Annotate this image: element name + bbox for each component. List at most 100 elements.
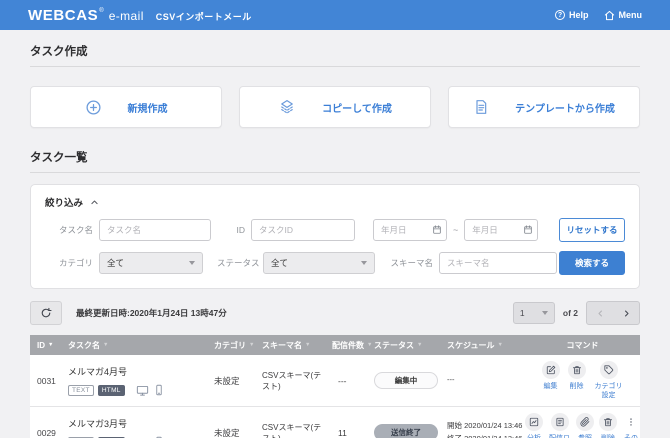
- col-header-schedule[interactable]: スケジュール▼: [443, 340, 521, 351]
- more-label: その他: [622, 434, 640, 438]
- task-name-cell: メルマガ3月号 TEXT HTML: [64, 417, 210, 438]
- table-row: 0031 メルマガ4月号 TEXT HTML 未設定 CSVスキーマ(テスト) …: [30, 355, 640, 407]
- help-label: Help: [569, 10, 589, 20]
- delete-command-button[interactable]: 削除: [599, 413, 617, 438]
- desktop-icon: [136, 384, 149, 397]
- create-new-button[interactable]: 新規作成: [30, 86, 222, 128]
- table-row: 0029 メルマガ3月号 TEXT HTML 未設定 CSVスキーマ(テスト) …: [30, 407, 640, 438]
- registered-mark: ®: [99, 7, 103, 17]
- col-header-delivery-count[interactable]: 配信件数▼: [328, 340, 370, 351]
- create-copy-button[interactable]: コピーして作成: [239, 86, 431, 128]
- col-header-id[interactable]: ID▼: [30, 341, 64, 350]
- col-header-task-name[interactable]: タスク名▼: [64, 340, 210, 351]
- page-nav: [586, 301, 640, 325]
- task-name-label: タスク名: [45, 224, 93, 236]
- analyze-command-button[interactable]: 分析: [525, 413, 543, 438]
- caret-down-icon: [361, 261, 367, 265]
- sort-icon: ▼: [103, 342, 108, 348]
- text-format-badge: TEXT: [68, 385, 94, 396]
- search-button[interactable]: 検索する: [559, 251, 625, 275]
- task-id-input[interactable]: [251, 219, 355, 241]
- edit-icon: [542, 361, 560, 379]
- chart-icon: [525, 413, 543, 431]
- menu-link[interactable]: Menu: [604, 10, 643, 21]
- menu-label: Menu: [619, 10, 643, 20]
- task-format-row: TEXT HTML: [68, 384, 210, 397]
- task-id-label: ID: [229, 225, 245, 235]
- mobile-icon: [153, 384, 165, 396]
- brand-name: WEBCAS: [28, 7, 98, 24]
- pagination: 1 of 2: [513, 301, 640, 325]
- paperclip-icon: [576, 413, 594, 431]
- create-template-button[interactable]: テンプレートから作成: [448, 86, 640, 128]
- delivery-log-command-button[interactable]: 配信ログ: [548, 413, 571, 438]
- task-name-input[interactable]: [99, 219, 211, 241]
- schema-label: スキーマ名: [389, 257, 433, 269]
- sort-icon: ▼: [417, 342, 422, 348]
- date-range-tilde: ~: [453, 225, 458, 235]
- calendar-icon[interactable]: [523, 224, 533, 235]
- more-command-button[interactable]: その他: [622, 413, 640, 438]
- trash-icon: [568, 361, 586, 379]
- col-header-category[interactable]: カテゴリ▼: [210, 340, 258, 351]
- schema-input[interactable]: [439, 252, 557, 274]
- schedule-cell: ---: [443, 374, 521, 387]
- copy-layers-icon: [278, 98, 296, 116]
- delete-label: 削除: [601, 434, 615, 438]
- status-badge: 送信終了: [374, 424, 438, 438]
- category-cell: 未設定: [210, 427, 258, 438]
- analyze-label: 分析: [527, 434, 541, 438]
- filter-row-1: タスク名 ID ~ リセットする: [45, 218, 625, 242]
- help-icon: [555, 10, 565, 20]
- page-select-value: 1: [520, 308, 525, 318]
- refresh-button[interactable]: [30, 301, 62, 325]
- delete-command-button[interactable]: 削除: [568, 361, 586, 391]
- task-name-cell: メルマガ4月号 TEXT HTML: [64, 365, 210, 397]
- more-vertical-icon: [622, 413, 640, 431]
- log-icon: [551, 413, 569, 431]
- page-select[interactable]: 1: [513, 302, 555, 324]
- edit-command-button[interactable]: 編集: [542, 361, 560, 391]
- schedule-cell: 開始 2020/01/24 13:46 終了 2020/01/24 13:46: [443, 420, 521, 438]
- calendar-icon[interactable]: [432, 224, 442, 235]
- status-select[interactable]: 全て: [263, 252, 375, 274]
- schema-cell: CSVスキーマ(テスト): [258, 422, 328, 438]
- chevron-right-icon: [622, 309, 631, 318]
- category-select[interactable]: 全て: [99, 252, 203, 274]
- chevron-left-icon: [596, 309, 605, 318]
- home-icon: [604, 10, 615, 21]
- category-setting-label: カテゴリ設定: [594, 382, 624, 400]
- prev-page-button[interactable]: [587, 302, 613, 324]
- reference-command-button[interactable]: 参照: [576, 413, 594, 438]
- brand-product: e-mail: [109, 9, 144, 23]
- delivery-count-cell: ---: [328, 376, 370, 386]
- next-page-button[interactable]: [613, 302, 639, 324]
- filter-title: 絞り込み: [45, 195, 83, 209]
- category-cell: 未設定: [210, 375, 258, 387]
- schedule-end: 終了 2020/01/24 13:46: [447, 433, 521, 438]
- refresh-icon: [40, 307, 52, 319]
- reset-button[interactable]: リセットする: [559, 218, 625, 242]
- category-select-value: 全て: [107, 257, 124, 269]
- command-group: 分析 配信ログ 参照: [525, 413, 640, 438]
- sort-icon: ▼: [497, 342, 502, 348]
- col-header-status[interactable]: ステータス▼: [370, 340, 443, 351]
- create-new-label: 新規作成: [128, 100, 168, 115]
- status-cell: 編集中: [370, 372, 443, 389]
- schema-cell: CSVスキーマ(テスト): [258, 370, 328, 392]
- col-header-schema[interactable]: スキーマ名▼: [258, 340, 328, 351]
- table-header: ID▼ タスク名▼ カテゴリ▼ スキーマ名▼ 配信件数▼ ステータス▼ スケジュ…: [30, 335, 640, 355]
- help-link[interactable]: Help: [555, 10, 589, 20]
- document-icon: [473, 99, 489, 115]
- task-id: 0029: [30, 428, 64, 438]
- command-cell: 分析 配信ログ 参照: [521, 413, 640, 438]
- task-name: メルマガ4月号: [68, 365, 210, 378]
- filter-title-row[interactable]: 絞り込み: [45, 195, 625, 209]
- trash-icon: [599, 413, 617, 431]
- category-setting-command-button[interactable]: カテゴリ設定: [594, 361, 624, 400]
- create-template-label: テンプレートから作成: [515, 100, 615, 115]
- tag-icon: [600, 361, 618, 379]
- create-copy-label: コピーして作成: [322, 100, 392, 115]
- last-updated-text: 最終更新日時:2020年1月24日 13時47分: [76, 307, 227, 319]
- list-toolbar: 最終更新日時:2020年1月24日 13時47分 1 of 2: [30, 301, 640, 325]
